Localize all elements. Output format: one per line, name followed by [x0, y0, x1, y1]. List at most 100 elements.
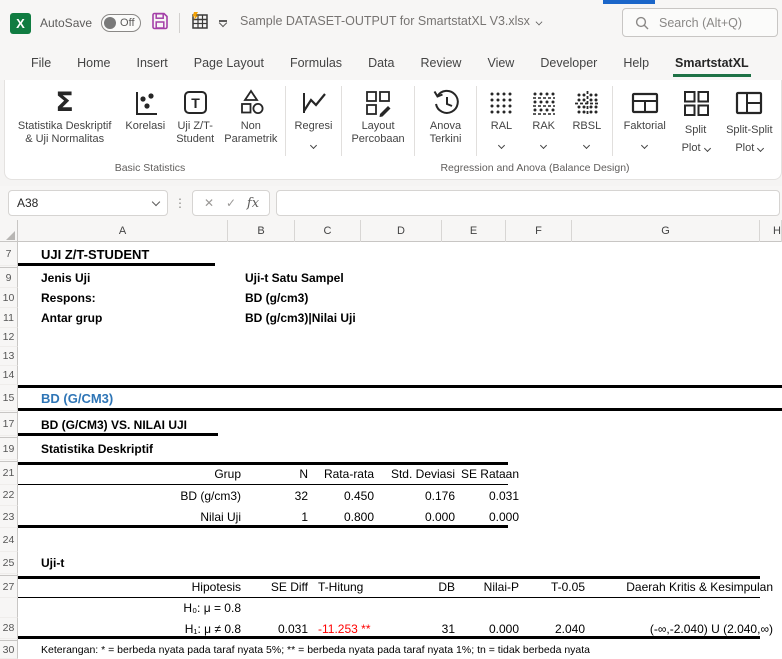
row-header-11[interactable]: 11: [0, 308, 18, 328]
row-header-9[interactable]: 9: [0, 268, 18, 288]
cell-uji-t-title[interactable]: Uji-t: [36, 552, 246, 574]
cell-bd-grup[interactable]: BD (g/cm3): [36, 485, 246, 506]
tab-insert[interactable]: Insert: [124, 50, 181, 78]
cell-bd-mean[interactable]: 0.450: [313, 485, 379, 506]
sheet-row-21: 21 Grup N Rata-rata Std. Deviasi SE Rata…: [0, 462, 782, 485]
row-header-7[interactable]: 7: [0, 242, 18, 266]
button-uji-zt-student[interactable]: T Uji Z/T- Student: [170, 84, 220, 160]
row-header-30[interactable]: 30: [0, 641, 18, 659]
button-split-split-plot[interactable]: Split-Split Plot: [718, 84, 781, 160]
cell-antar-grup-label[interactable]: Antar grup: [36, 308, 246, 328]
sheet-row-27: 27 Hipotesis SE Diff T-Hitung DB Nilai-P…: [0, 576, 782, 598]
tab-file[interactable]: File: [18, 50, 64, 78]
worksheet-grid: A B C D E F G H 7 UJI Z/T-STUDENT 9 Jeni…: [0, 220, 782, 659]
column-header-e[interactable]: E: [442, 220, 506, 242]
button-korelasi[interactable]: Korelasi: [120, 84, 170, 160]
column-header-a[interactable]: A: [18, 220, 228, 242]
header-nilai-p[interactable]: Nilai-P: [460, 576, 524, 598]
button-split-plot[interactable]: Split Plot: [674, 84, 718, 160]
cell-bd-std[interactable]: 0.176: [379, 485, 460, 506]
button-rak[interactable]: RAK: [523, 84, 565, 160]
row-header-12[interactable]: 12: [0, 328, 18, 347]
column-header-h[interactable]: H: [773, 220, 782, 242]
header-t-005[interactable]: T-0.05: [524, 576, 590, 598]
column-header-c[interactable]: C: [295, 220, 361, 242]
cell-jenis-uji-label[interactable]: Jenis Uji: [36, 268, 246, 288]
tab-view[interactable]: View: [474, 50, 527, 78]
layout-pencil-icon: [363, 88, 393, 118]
cell-antar-grup-value[interactable]: BD (g/cm3)|Nilai Uji: [240, 308, 660, 328]
row-header-28[interactable]: 28: [0, 618, 18, 639]
name-box[interactable]: A38: [8, 190, 168, 216]
cell-respons-value[interactable]: BD (g/cm3): [240, 288, 660, 308]
row-header-22[interactable]: 22: [0, 485, 18, 506]
cell-jenis-uji-value[interactable]: Uji-t Satu Sampel: [240, 268, 660, 288]
cell-keterangan[interactable]: Keterangan: * = berbeda nyata pada taraf…: [36, 641, 782, 659]
formula-bar-row: A38 ⋮ ✕ ✓ fx: [0, 186, 782, 220]
row-header-23[interactable]: 23: [0, 506, 18, 528]
tab-page-layout[interactable]: Page Layout: [181, 50, 277, 78]
cancel-button[interactable]: ✕: [199, 196, 219, 210]
header-se-rataan[interactable]: SE Rataan: [460, 462, 524, 485]
cell-h0-hypothesis[interactable]: H₀: μ = 0.8: [36, 598, 246, 618]
header-hipotesis[interactable]: Hipotesis: [36, 576, 246, 598]
search-input[interactable]: Search (Alt+Q): [622, 8, 778, 37]
row-header-25[interactable]: 25: [0, 552, 18, 574]
cell-bd-se[interactable]: 0.031: [460, 485, 524, 506]
header-db[interactable]: DB: [379, 576, 460, 598]
tab-home[interactable]: Home: [64, 50, 123, 78]
tab-developer[interactable]: Developer: [527, 50, 610, 78]
row-header-13[interactable]: 13: [0, 347, 18, 366]
cell-respons-label[interactable]: Respons:: [36, 288, 246, 308]
sheet-row-14: 14: [0, 366, 782, 385]
enter-button[interactable]: ✓: [221, 196, 241, 210]
header-t-hitung[interactable]: T-Hitung: [313, 576, 379, 598]
header-n[interactable]: N: [246, 462, 313, 485]
row-header-21[interactable]: 21: [0, 462, 18, 485]
row-header-14[interactable]: 14: [0, 366, 18, 385]
kebab-separator-icon: ⋮: [174, 196, 186, 210]
dot-cross-icon: [572, 88, 602, 118]
row-header-24[interactable]: 24: [0, 528, 18, 552]
button-statistika-deskriptif[interactable]: Σ Statistika Deskriptif & Uji Normalitas: [9, 84, 120, 160]
select-all-button[interactable]: [0, 220, 18, 242]
cell-statistika-deskriptif-title[interactable]: Statistika Deskriptif: [36, 438, 336, 460]
formula-input[interactable]: [276, 190, 780, 216]
column-header-d[interactable]: D: [361, 220, 442, 242]
tab-formulas[interactable]: Formulas: [277, 50, 355, 78]
row-header-15[interactable]: 15: [0, 385, 18, 411]
insert-function-button[interactable]: fx: [243, 196, 263, 211]
button-non-parametrik[interactable]: Non Parametrik: [220, 84, 281, 160]
button-rbsl[interactable]: RBSL: [565, 84, 609, 160]
header-rata-rata[interactable]: Rata-rata: [313, 462, 379, 485]
sheet-row-24: 24: [0, 528, 782, 552]
button-layout-percobaan[interactable]: Layout Percobaan: [345, 84, 410, 160]
tab-review[interactable]: Review: [407, 50, 474, 78]
search-icon: [635, 16, 649, 30]
button-regresi[interactable]: Regresi: [289, 84, 339, 160]
column-header-b[interactable]: B: [228, 220, 295, 242]
sheet-row-7: 7 UJI Z/T-STUDENT: [0, 242, 782, 266]
row-header-10[interactable]: 10: [0, 288, 18, 308]
row-header-19[interactable]: 19: [0, 438, 18, 460]
row-header-17[interactable]: 17: [0, 413, 18, 436]
row-header-27[interactable]: 27: [0, 576, 18, 598]
header-std-deviasi[interactable]: Std. Deviasi: [379, 462, 460, 485]
header-grup[interactable]: Grup: [36, 462, 246, 485]
tab-data[interactable]: Data: [355, 50, 407, 78]
tab-smartstatxl[interactable]: SmartstatXL: [662, 50, 762, 78]
column-header-g[interactable]: G: [572, 220, 760, 242]
sheet-row-10: 10 Respons: BD (g/cm3): [0, 288, 782, 308]
title-bar: X AutoSave Off: [0, 0, 782, 46]
button-anova-terkini[interactable]: Anova Terkini: [418, 84, 474, 160]
column-header-f[interactable]: F: [506, 220, 572, 242]
cell-bd-n[interactable]: 32: [246, 485, 313, 506]
chevron-down-icon: [498, 142, 505, 149]
tab-help[interactable]: Help: [610, 50, 662, 78]
chevron-down-icon: [704, 145, 711, 152]
button-faktorial[interactable]: Faktorial: [616, 84, 674, 160]
button-ral[interactable]: RAL: [480, 84, 522, 160]
header-se-diff[interactable]: SE Diff: [246, 576, 313, 598]
header-daerah-kritis[interactable]: Daerah Kritis & Kesimpulan: [590, 576, 778, 598]
excel-window: X AutoSave Off: [0, 0, 782, 659]
